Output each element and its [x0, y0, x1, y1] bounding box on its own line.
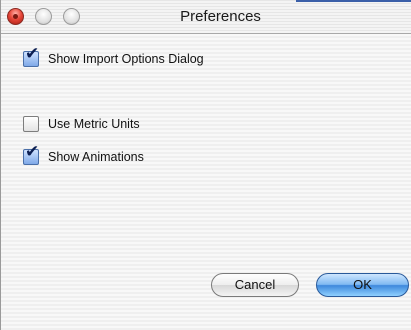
option-label: Show Import Options Dialog	[48, 52, 204, 66]
checkmark-icon: ✔	[25, 142, 40, 162]
preferences-window: Preferences ✔ Show Import Options Dialog…	[0, 0, 411, 330]
checkmark-icon: ✔	[25, 44, 40, 64]
option-label: Show Animations	[48, 150, 144, 164]
option-label: Use Metric Units	[48, 117, 140, 131]
ok-button[interactable]: OK	[316, 273, 409, 297]
title-bar[interactable]: Preferences	[1, 0, 411, 34]
window-title: Preferences	[180, 8, 261, 25]
option-show-animations[interactable]: ✔ Show Animations	[23, 144, 144, 166]
option-show-import-options[interactable]: ✔ Show Import Options Dialog	[23, 46, 204, 68]
checkbox-use-metric-units[interactable]	[23, 116, 39, 132]
cancel-button[interactable]: Cancel	[211, 273, 299, 297]
checkbox-show-animations[interactable]: ✔	[23, 144, 39, 165]
checkbox-show-import-options[interactable]: ✔	[23, 46, 39, 67]
title-accent-line	[296, 0, 411, 2]
option-use-metric-units[interactable]: Use Metric Units	[23, 115, 140, 133]
